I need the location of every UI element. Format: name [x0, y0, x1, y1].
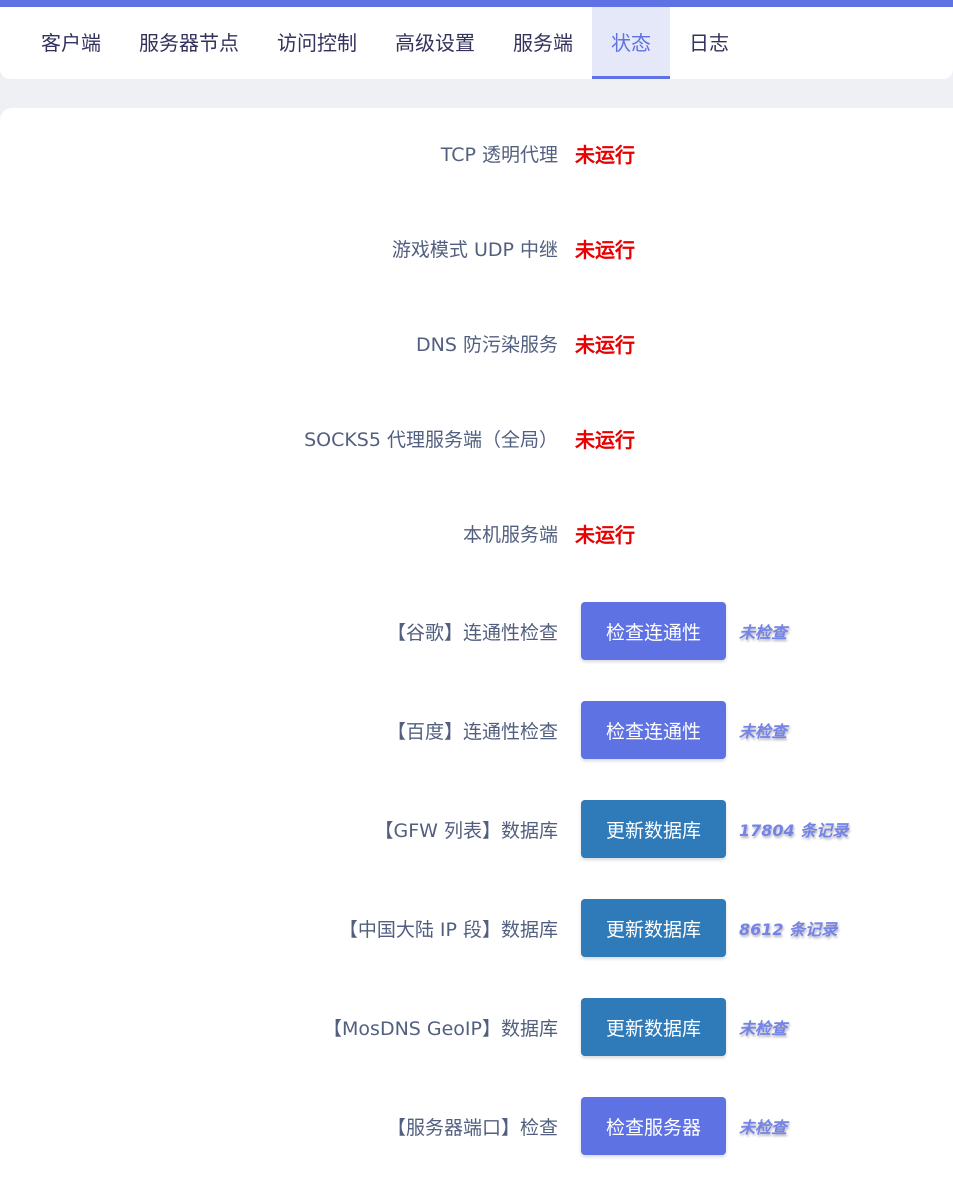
check-row-gfwlist: 【GFW 列表】数据库 更新数据库 17804 条记录: [0, 799, 953, 859]
service-row-tcp-proxy: TCP 透明代理 未运行: [0, 123, 953, 183]
tab-client[interactable]: 客户端: [22, 7, 120, 79]
service-label: 游戏模式 UDP 中继: [391, 238, 558, 261]
check-result: 未检查: [739, 722, 788, 741]
check-result: 未检查: [739, 1118, 788, 1137]
service-status: 未运行: [575, 332, 635, 357]
check-server-button[interactable]: 检查服务器: [581, 1097, 726, 1155]
check-result: 未检查: [739, 623, 788, 642]
tab-access-control[interactable]: 访问控制: [258, 7, 376, 79]
check-row-baidu: 【百度】连通性检查 检查连通性 未检查: [0, 700, 953, 760]
check-label: 【谷歌】连通性检查: [386, 621, 558, 644]
service-row-socks5: SOCKS5 代理服务端（全局） 未运行: [0, 408, 953, 468]
check-row-google: 【谷歌】连通性检查 检查连通性 未检查: [0, 601, 953, 661]
tab-status[interactable]: 状态: [592, 7, 670, 79]
service-status: 未运行: [575, 427, 635, 452]
check-label: 【中国大陆 IP 段】数据库: [338, 918, 558, 941]
service-label: DNS 防污染服务: [416, 333, 558, 356]
tab-advanced-settings[interactable]: 高级设置: [376, 7, 494, 79]
service-status: 未运行: [575, 522, 635, 547]
check-label: 【服务器端口】检查: [386, 1116, 558, 1139]
service-status: 未运行: [575, 142, 635, 167]
service-label: SOCKS5 代理服务端（全局）: [304, 428, 558, 451]
tab-server[interactable]: 服务端: [494, 7, 592, 79]
tab-server-nodes[interactable]: 服务器节点: [120, 7, 258, 79]
record-count: 17804 条记录: [739, 821, 849, 840]
service-label: 本机服务端: [462, 523, 558, 546]
service-label: TCP 透明代理: [440, 143, 558, 166]
check-label: 【GFW 列表】数据库: [374, 819, 558, 842]
tab-log[interactable]: 日志: [670, 7, 748, 79]
service-row-dns: DNS 防污染服务 未运行: [0, 313, 953, 373]
check-row-mosdns-geoip: 【MosDNS GeoIP】数据库 更新数据库 未检查: [0, 997, 953, 1057]
service-status: 未运行: [575, 237, 635, 262]
update-china-ip-button[interactable]: 更新数据库: [581, 899, 726, 957]
top-accent-bar: [0, 0, 953, 7]
status-panel: TCP 透明代理 未运行 游戏模式 UDP 中继 未运行 DNS 防污染服务 未…: [0, 108, 953, 1183]
check-label: 【百度】连通性检查: [386, 720, 558, 743]
check-row-china-ip: 【中国大陆 IP 段】数据库 更新数据库 8612 条记录: [0, 898, 953, 958]
tab-bar: 客户端 服务器节点 访问控制 高级设置 服务端 状态 日志: [0, 7, 953, 79]
update-gfwlist-button[interactable]: 更新数据库: [581, 800, 726, 858]
record-count: 8612 条记录: [739, 920, 838, 939]
check-row-server-port: 【服务器端口】检查 检查服务器 未检查: [0, 1096, 953, 1156]
check-result: 未检查: [739, 1019, 788, 1038]
check-label: 【MosDNS GeoIP】数据库: [323, 1017, 558, 1040]
service-row-udp-relay: 游戏模式 UDP 中继 未运行: [0, 218, 953, 278]
service-row-local-server: 本机服务端 未运行: [0, 503, 953, 563]
check-google-button[interactable]: 检查连通性: [581, 602, 726, 660]
check-baidu-button[interactable]: 检查连通性: [581, 701, 726, 759]
update-geoip-button[interactable]: 更新数据库: [581, 998, 726, 1056]
